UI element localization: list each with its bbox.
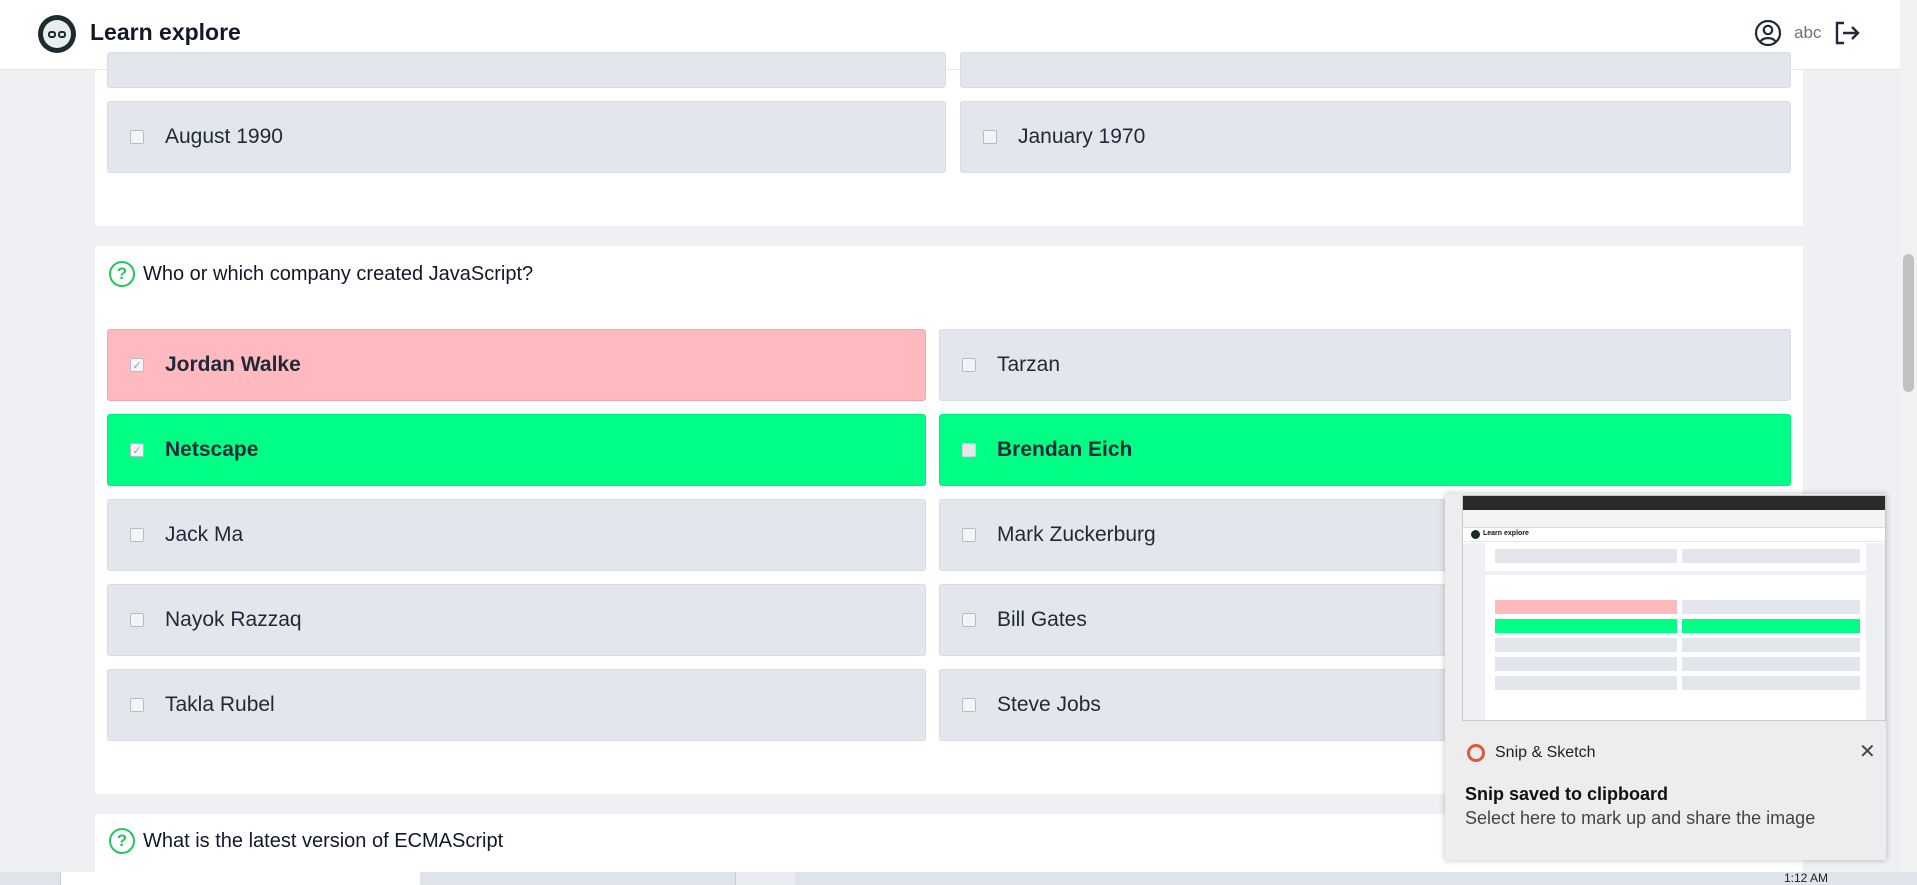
close-icon[interactable]: ✕	[1859, 742, 1876, 762]
question-text: What is the latest version of ECMAScript	[143, 829, 504, 852]
option-label: August 1990	[165, 125, 283, 148]
answer-option-netscape[interactable]: ✓ Netscape	[107, 414, 926, 486]
thumbnail-app-title: Learn explore	[1483, 530, 1529, 537]
answer-option-partial[interactable]	[960, 52, 1791, 88]
option-label: Jordan Walke	[165, 353, 301, 376]
answer-option-takla-rubel[interactable]: Takla Rubel	[107, 669, 926, 741]
answer-option-jordan-walke[interactable]: ✓ Jordan Walke	[107, 329, 926, 401]
option-label: Brendan Eich	[997, 438, 1133, 461]
option-checkbox[interactable]	[962, 698, 976, 712]
notification-app: Snip & Sketch	[1467, 744, 1596, 762]
logout-icon[interactable]	[1833, 20, 1861, 46]
taskbar-search[interactable]	[60, 872, 420, 885]
answer-option-brendan-eich[interactable]: Brendan Eich	[939, 414, 1791, 486]
option-label: Steve Jobs	[997, 693, 1101, 716]
option-checkbox[interactable]	[962, 613, 976, 627]
answer-option-jack-ma[interactable]: Jack Ma	[107, 499, 926, 571]
option-label: January 1970	[1018, 125, 1146, 148]
question-circle-icon: ?	[109, 261, 135, 287]
previous-question-card: August 1990 January 1970	[95, 52, 1803, 226]
option-checkbox[interactable]: ✓	[130, 443, 144, 457]
option-label: Bill Gates	[997, 608, 1087, 631]
option-checkbox[interactable]	[130, 130, 144, 144]
question-circle-icon: ?	[109, 828, 135, 854]
answer-option[interactable]: August 1990	[107, 101, 946, 173]
option-label: Mark Zuckerburg	[997, 523, 1156, 546]
option-checkbox[interactable]	[983, 130, 997, 144]
option-checkbox[interactable]	[130, 613, 144, 627]
screenshot-thumbnail[interactable]: Learn explore	[1462, 495, 1886, 721]
page-scrollbar[interactable]	[1900, 0, 1917, 885]
option-label: Netscape	[165, 438, 259, 461]
scrollbar-thumb[interactable]	[1903, 254, 1914, 392]
answer-option-partial[interactable]	[107, 52, 946, 88]
taskbar-app[interactable]	[735, 872, 795, 885]
taskbar: 1:12 AM	[0, 872, 1917, 885]
snip-notification[interactable]: Learn explore Snip & Sketch ✕ Snip saved…	[1445, 494, 1886, 860]
option-checkbox[interactable]	[130, 528, 144, 542]
taskbar-clock[interactable]: 1:12 AM	[1784, 872, 1828, 885]
notification-body[interactable]: Select here to mark up and share the ima…	[1465, 808, 1815, 829]
option-label: Nayok Razzaq	[165, 608, 302, 631]
app-logo-icon[interactable]	[38, 15, 76, 53]
answer-option[interactable]: January 1970	[960, 101, 1791, 173]
notification-title: Snip saved to clipboard	[1465, 784, 1669, 804]
snip-sketch-icon	[1467, 744, 1485, 762]
option-checkbox[interactable]	[962, 528, 976, 542]
option-checkbox[interactable]: ✓	[130, 358, 144, 372]
option-label: Jack Ma	[165, 523, 244, 546]
question-title: ? Who or which company created JavaScrip…	[109, 261, 533, 287]
question-title: ? What is the latest version of ECMAScri…	[109, 828, 503, 854]
user-name[interactable]: abc	[1794, 23, 1821, 43]
option-label: Takla Rubel	[165, 693, 275, 716]
option-checkbox[interactable]	[962, 358, 976, 372]
option-checkbox[interactable]	[130, 698, 144, 712]
app-title[interactable]: Learn explore	[90, 19, 241, 46]
option-label: Tarzan	[997, 353, 1061, 376]
option-checkbox[interactable]	[962, 443, 976, 457]
answer-option-tarzan[interactable]: Tarzan	[939, 329, 1791, 401]
question-text: Who or which company created JavaScript?	[143, 262, 534, 285]
user-circle-icon[interactable]	[1754, 19, 1782, 47]
notification-app-name: Snip & Sketch	[1495, 744, 1596, 761]
answer-option-nayok-razzaq[interactable]: Nayok Razzaq	[107, 584, 926, 656]
